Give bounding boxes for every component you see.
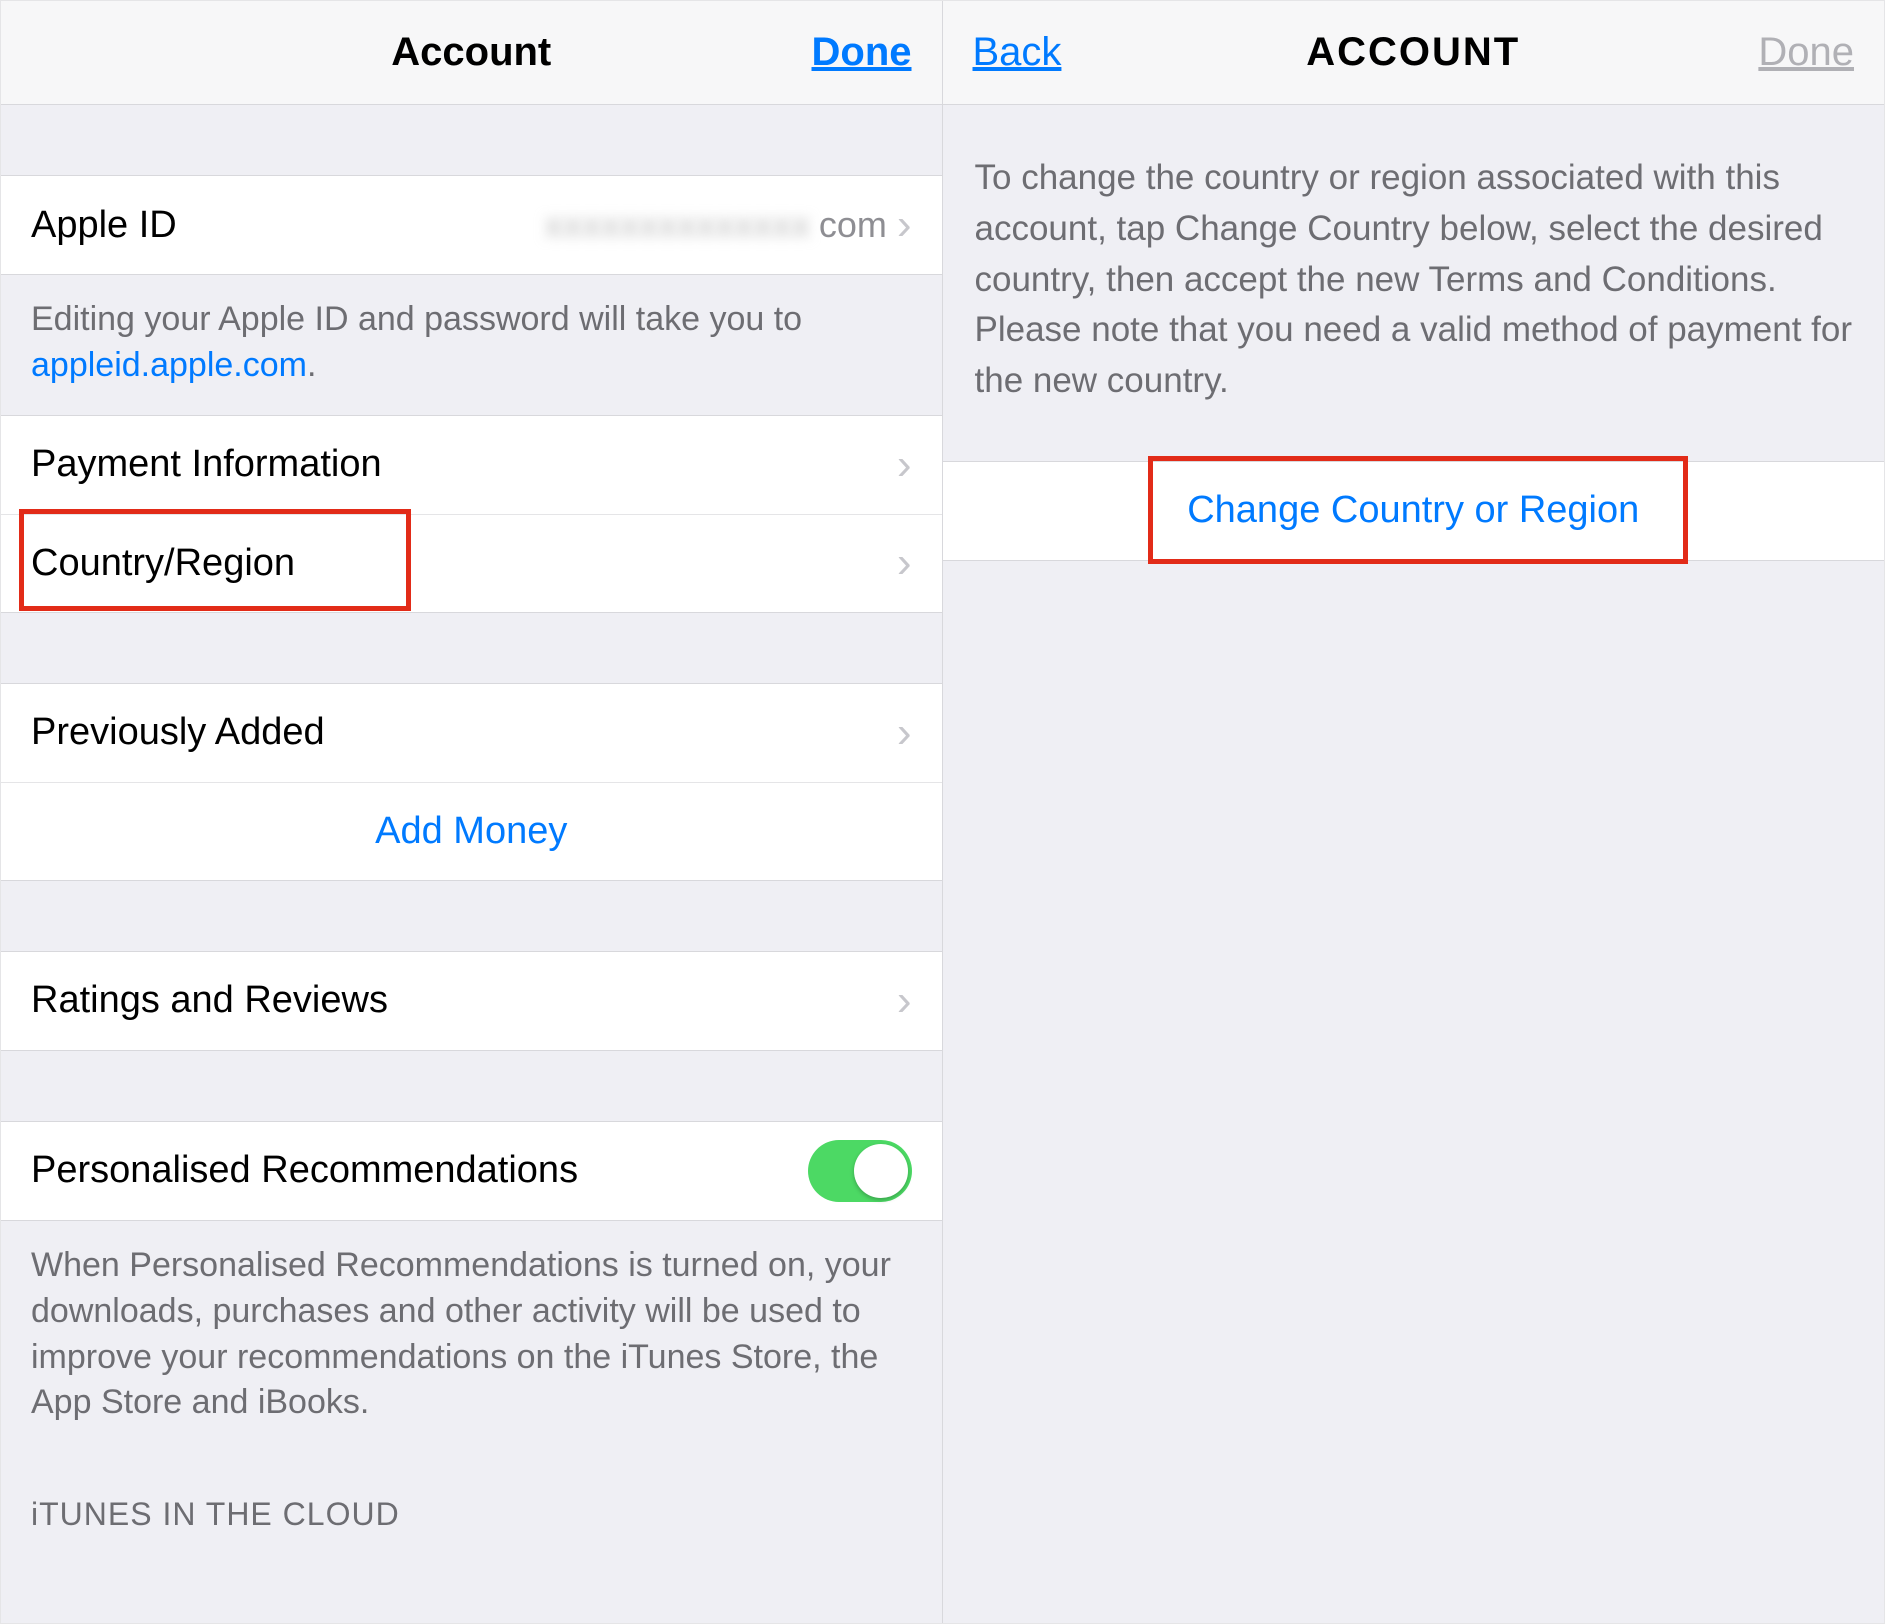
page-title: ACCOUNT [943, 30, 1885, 75]
chevron-right-icon: › [897, 979, 912, 1023]
payment-country-group: Payment Information › Country/Region › [1, 415, 942, 613]
apple-id-group: Apple ID xxxxxxxxxxxxxx com › [1, 175, 942, 275]
chevron-right-icon: › [897, 541, 912, 585]
ratings-reviews-label: Ratings and Reviews [31, 979, 388, 1022]
account-settings-pane: Account Done Apple ID xxxxxxxxxxxxxx com… [1, 1, 943, 1623]
apple-id-footer-prefix: Editing your Apple ID and password will … [31, 300, 802, 338]
add-money-button[interactable]: Add Money [1, 782, 942, 880]
payment-information-row[interactable]: Payment Information › [1, 416, 942, 514]
done-button-disabled: Done [1758, 30, 1854, 74]
change-country-label: Change Country or Region [1187, 489, 1639, 532]
change-country-button[interactable]: Change Country or Region [943, 462, 1885, 560]
personalised-group: Personalised Recommendations [1, 1121, 942, 1221]
country-region-row[interactable]: Country/Region › [1, 514, 942, 612]
change-country-group: Change Country or Region [943, 461, 1885, 561]
chevron-right-icon: › [897, 443, 912, 487]
navbar-right: Back ACCOUNT Done [943, 1, 1885, 105]
appleid-link[interactable]: appleid.apple.com [31, 346, 307, 384]
change-country-info: To change the country or region associat… [943, 105, 1885, 461]
apple-id-footer: Editing your Apple ID and password will … [1, 275, 942, 415]
apple-id-footer-suffix: . [307, 346, 316, 384]
personalised-footer: When Personalised Recommendations is tur… [1, 1221, 942, 1453]
apple-id-value-hidden: xxxxxxxxxxxxxx [177, 204, 811, 246]
personalised-toggle[interactable] [808, 1140, 912, 1202]
previously-added-label: Previously Added [31, 711, 325, 754]
personalised-label: Personalised Recommendations [31, 1149, 578, 1192]
apple-id-row[interactable]: Apple ID xxxxxxxxxxxxxx com › [1, 176, 942, 274]
page-title: Account [1, 30, 942, 75]
done-button[interactable]: Done [812, 30, 912, 74]
ratings-reviews-row[interactable]: Ratings and Reviews › [1, 952, 942, 1050]
country-region-label: Country/Region [31, 542, 295, 585]
account-country-pane: Back ACCOUNT Done To change the country … [943, 1, 1885, 1623]
chevron-right-icon: › [897, 203, 912, 247]
previously-added-row[interactable]: Previously Added › [1, 684, 942, 782]
apple-id-label: Apple ID [31, 204, 177, 247]
payment-information-label: Payment Information [31, 443, 382, 486]
chevron-right-icon: › [897, 711, 912, 755]
back-button[interactable]: Back [973, 30, 1062, 74]
navbar-left: Account Done [1, 1, 942, 105]
toggle-knob [854, 1144, 908, 1198]
apple-id-value-suffix: com [819, 204, 887, 246]
ratings-group: Ratings and Reviews › [1, 951, 942, 1051]
balance-group: Previously Added › Add Money [1, 683, 942, 881]
add-money-label: Add Money [375, 810, 567, 853]
itunes-cloud-header: iTUNES IN THE CLOUD [1, 1452, 942, 1545]
personalised-row: Personalised Recommendations [1, 1122, 942, 1220]
